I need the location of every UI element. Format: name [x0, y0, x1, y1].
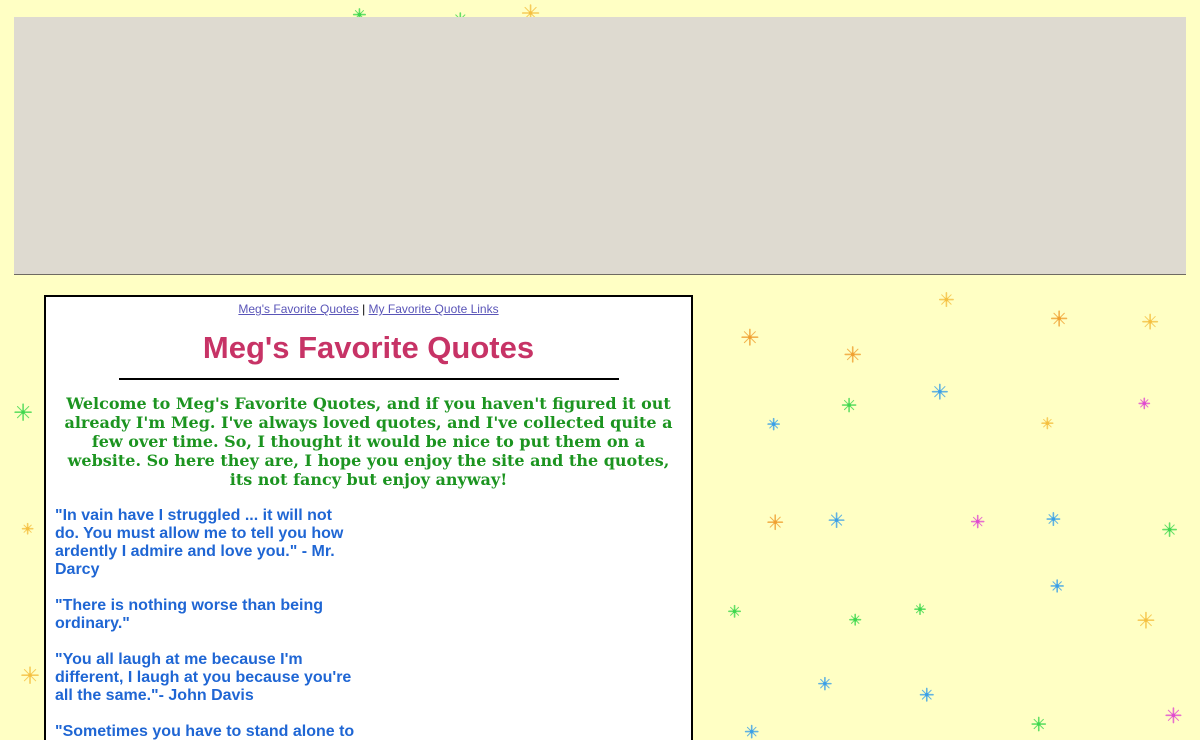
star-sparkle	[828, 512, 845, 529]
top-nav: Meg's Favorite Quotes | My Favorite Quot…	[46, 302, 691, 316]
star-sparkle	[844, 346, 861, 363]
star-sparkle	[1137, 611, 1155, 629]
nav-separator: |	[362, 302, 366, 316]
star-sparkle	[21, 666, 39, 684]
star-sparkle	[1165, 707, 1182, 724]
star-sparkle	[849, 613, 862, 626]
banner-placeholder	[14, 17, 1186, 275]
star-sparkle	[938, 292, 954, 307]
star-sparkle	[728, 604, 742, 618]
star-sparkle	[767, 417, 780, 431]
star-sparkle	[1046, 512, 1061, 526]
page-title: Meg's Favorite Quotes	[202, 330, 535, 365]
quote-item: "Sometimes you have to stand alone to pr…	[55, 723, 355, 740]
star-sparkle	[1041, 417, 1054, 430]
star-sparkle	[21, 522, 34, 535]
star-sparkle	[14, 403, 32, 421]
star-sparkle	[1050, 579, 1064, 593]
star-sparkle	[741, 328, 759, 346]
star-sparkle	[1050, 310, 1068, 327]
quote-list: "In vain have I struggled ... it will no…	[55, 507, 360, 740]
star-sparkle	[931, 383, 948, 400]
nav-link-quote-links[interactable]: My Favorite Quote Links	[369, 302, 499, 316]
star-sparkle	[767, 514, 784, 531]
star-sparkle	[744, 724, 759, 739]
star-sparkle	[919, 687, 934, 702]
quote-item: "There is nothing worse than being ordin…	[55, 597, 324, 632]
star-sparkle	[1138, 397, 1151, 410]
quote-item: "You all laugh at me because I'm differe…	[55, 651, 352, 704]
star-sparkle	[818, 676, 832, 691]
star-sparkle	[1031, 716, 1047, 732]
star-sparkle	[841, 397, 857, 413]
star-sparkle	[1142, 313, 1159, 330]
quote-item: "In vain have I struggled ... it will no…	[55, 507, 344, 578]
star-sparkle	[1162, 522, 1177, 537]
nav-link-favorite-quotes[interactable]: Meg's Favorite Quotes	[238, 302, 358, 316]
star-sparkle	[914, 603, 926, 616]
welcome-text: Welcome to Meg's Favorite Quotes, and if…	[64, 394, 673, 489]
title-divider	[118, 378, 619, 380]
main-content-box: Meg's Favorite Quotes | My Favorite Quot…	[44, 295, 693, 740]
star-sparkle	[970, 514, 985, 529]
